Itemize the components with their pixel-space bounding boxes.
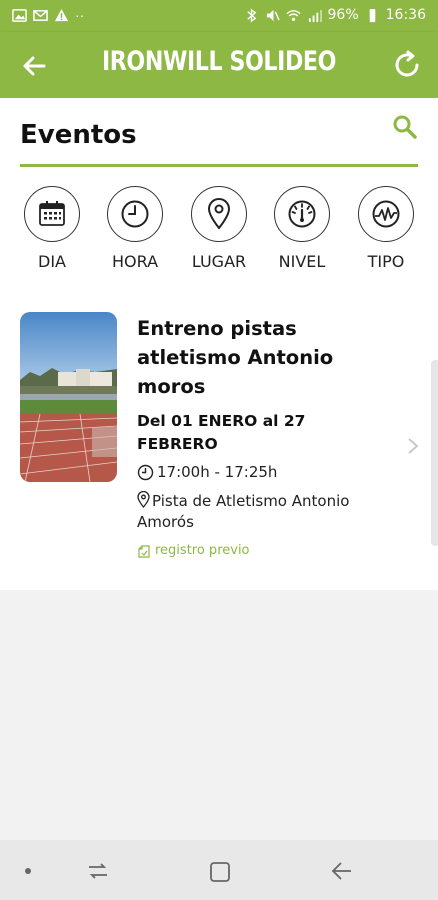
filter-bar: DIA HORA LUGAR NIVEL TIPO — [0, 186, 438, 282]
gmail-notification-icon — [33, 9, 48, 21]
events-panel: Eventos DIA HORA LUGAR NIVEL TIPO Entren… — [0, 98, 438, 590]
filter-label: HORA — [111, 252, 159, 271]
status-right-icons: 96% 16:36 — [244, 7, 426, 23]
calendar-icon — [24, 186, 80, 242]
page-title: Eventos — [20, 120, 137, 150]
activity-icon — [358, 186, 414, 242]
event-place: Pista de Atletismo Antonio Amorós — [137, 492, 350, 531]
warning-notification-icon — [54, 8, 69, 21]
status-bar: ·· 96% 16:36 — [0, 0, 438, 32]
refresh-icon[interactable] — [390, 48, 424, 82]
chevron-right-icon[interactable] — [406, 436, 420, 456]
app-title: IRONWILL SOLIDEO — [101, 46, 337, 77]
battery-percent: 96% — [327, 7, 359, 23]
location-pin-icon — [191, 186, 247, 242]
scroll-handle[interactable] — [431, 360, 438, 546]
event-place-row: Pista de Atletismo Antonio Amorós — [137, 491, 397, 533]
event-registration-row: registro previo — [137, 543, 250, 558]
filter-lugar[interactable]: LUGAR — [179, 186, 259, 271]
mute-icon — [266, 9, 280, 21]
heading-divider — [20, 164, 418, 167]
event-dates: Del 01 ENERO al 27 FEBRERO — [137, 412, 306, 453]
filter-label: LUGAR — [191, 252, 247, 271]
location-small-icon — [137, 491, 150, 508]
registration-icon — [138, 544, 150, 558]
system-navigation-bar — [0, 840, 438, 900]
filter-label: TIPO — [367, 252, 405, 271]
battery-icon — [369, 8, 375, 22]
filter-nivel[interactable]: NIVEL — [262, 186, 342, 271]
search-icon[interactable] — [392, 114, 418, 140]
clock-small-icon — [137, 464, 154, 480]
more-notifications-dots: ·· — [75, 7, 85, 23]
filter-label: DIA — [38, 252, 66, 271]
wifi-icon — [285, 9, 301, 21]
event-thumbnail-image — [20, 312, 117, 482]
recent-apps-icon[interactable] — [86, 860, 110, 882]
app-bar: IRONWILL SOLIDEO — [0, 32, 438, 98]
nav-dot-icon[interactable] — [25, 868, 31, 874]
filter-label: NIVEL — [278, 252, 326, 271]
event-card[interactable]: Entreno pistas atletismo Antonio moros D… — [0, 298, 438, 588]
signal-icon — [308, 9, 322, 22]
event-title: Entreno pistas atletismo Antonio moros — [137, 317, 334, 398]
home-icon[interactable] — [209, 861, 231, 883]
filter-dia[interactable]: DIA — [12, 186, 92, 271]
event-time-row: 17:00h - 17:25h — [137, 463, 277, 481]
clock-time: 16:36 — [385, 7, 426, 23]
status-left-icons: ·· — [12, 7, 84, 23]
system-back-icon[interactable] — [330, 860, 354, 882]
bluetooth-icon — [246, 7, 256, 23]
event-time: 17:00h - 17:25h — [157, 463, 278, 481]
registration-label: registro previo — [155, 543, 250, 558]
filter-hora[interactable]: HORA — [95, 186, 175, 271]
gauge-icon — [274, 186, 330, 242]
content-area: Eventos DIA HORA LUGAR NIVEL TIPO Entren… — [0, 98, 438, 840]
clock-icon — [107, 186, 163, 242]
filter-tipo[interactable]: TIPO — [346, 186, 426, 271]
gallery-notification-icon — [12, 8, 27, 22]
